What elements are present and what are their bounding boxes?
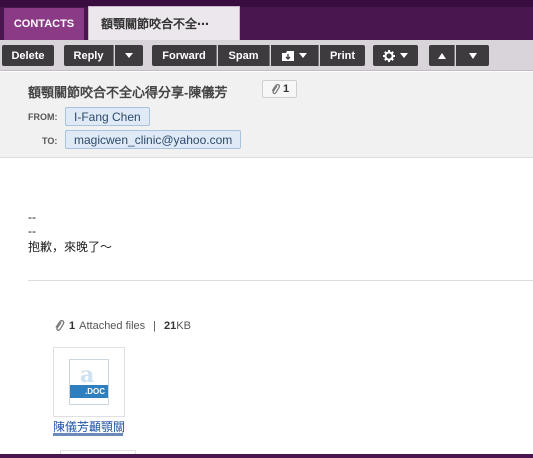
body-line-3: 抱歉，來晚了～ [28,240,113,254]
word-document-icon: a .DOC [69,359,109,405]
sender-chip[interactable]: I-Fang Chen [65,107,150,126]
tab-message[interactable]: 額顎關節咬合不全⋯ [88,6,240,40]
attachment-filename-overflow [53,432,125,438]
attachment-badge-count: 1 [282,83,290,95]
forward-button[interactable]: Forward [152,45,217,66]
tab-bar: CONTACTS 額顎關節咬合不全⋯ [0,0,533,40]
paperclip-icon [271,83,280,95]
folder-icon [282,50,294,61]
attachments-separator: | [153,319,157,332]
paperclip-icon [55,319,65,331]
chevron-down-icon [299,53,307,58]
attachments-size: 21KB [164,319,191,332]
attachment-thumbnail[interactable]: a .DOC [53,347,125,417]
attachments-count: 1 [69,319,76,332]
print-button[interactable]: Print [320,45,365,66]
message-header: 額顎關節咬合不全心得分享-陳儀芳 1 FROM: I-Fang Chen TO:… [0,72,533,158]
next-message-button[interactable] [456,45,489,66]
previous-message-button[interactable] [429,45,455,66]
reply-button[interactable]: Reply [64,45,114,66]
arrow-up-icon [437,52,446,59]
to-label: TO: [42,136,58,146]
actions-menu-button[interactable] [373,45,418,66]
attachments-summary: 1 Attached files | 21KB [53,319,191,332]
spam-button[interactable]: Spam [218,45,270,66]
message-toolbar: Delete Reply Forward Spam Print [0,40,533,71]
chevron-down-icon [125,53,133,58]
recipient-chip[interactable]: magicwen_clinic@yahoo.com [65,130,242,149]
move-button[interactable] [271,45,319,66]
arrow-down-icon [468,52,477,59]
attachments-divider [28,280,533,281]
reply-options-button[interactable] [115,45,143,66]
attachment-badge[interactable]: 1 [262,80,297,98]
from-label: FROM: [28,112,58,122]
bottom-bar [0,454,533,458]
message-subject: 額顎關節咬合不全心得分享-陳儀芳 [28,85,228,100]
body-line-2: -- [28,224,36,238]
gear-icon [383,49,395,62]
tab-bar-topline [0,0,533,7]
tab-contacts[interactable]: CONTACTS [4,8,84,40]
delete-button[interactable]: Delete [2,45,54,66]
chevron-down-icon [400,53,408,58]
attachments-label: Attached files [79,319,146,332]
body-line-1: -- [28,210,36,224]
